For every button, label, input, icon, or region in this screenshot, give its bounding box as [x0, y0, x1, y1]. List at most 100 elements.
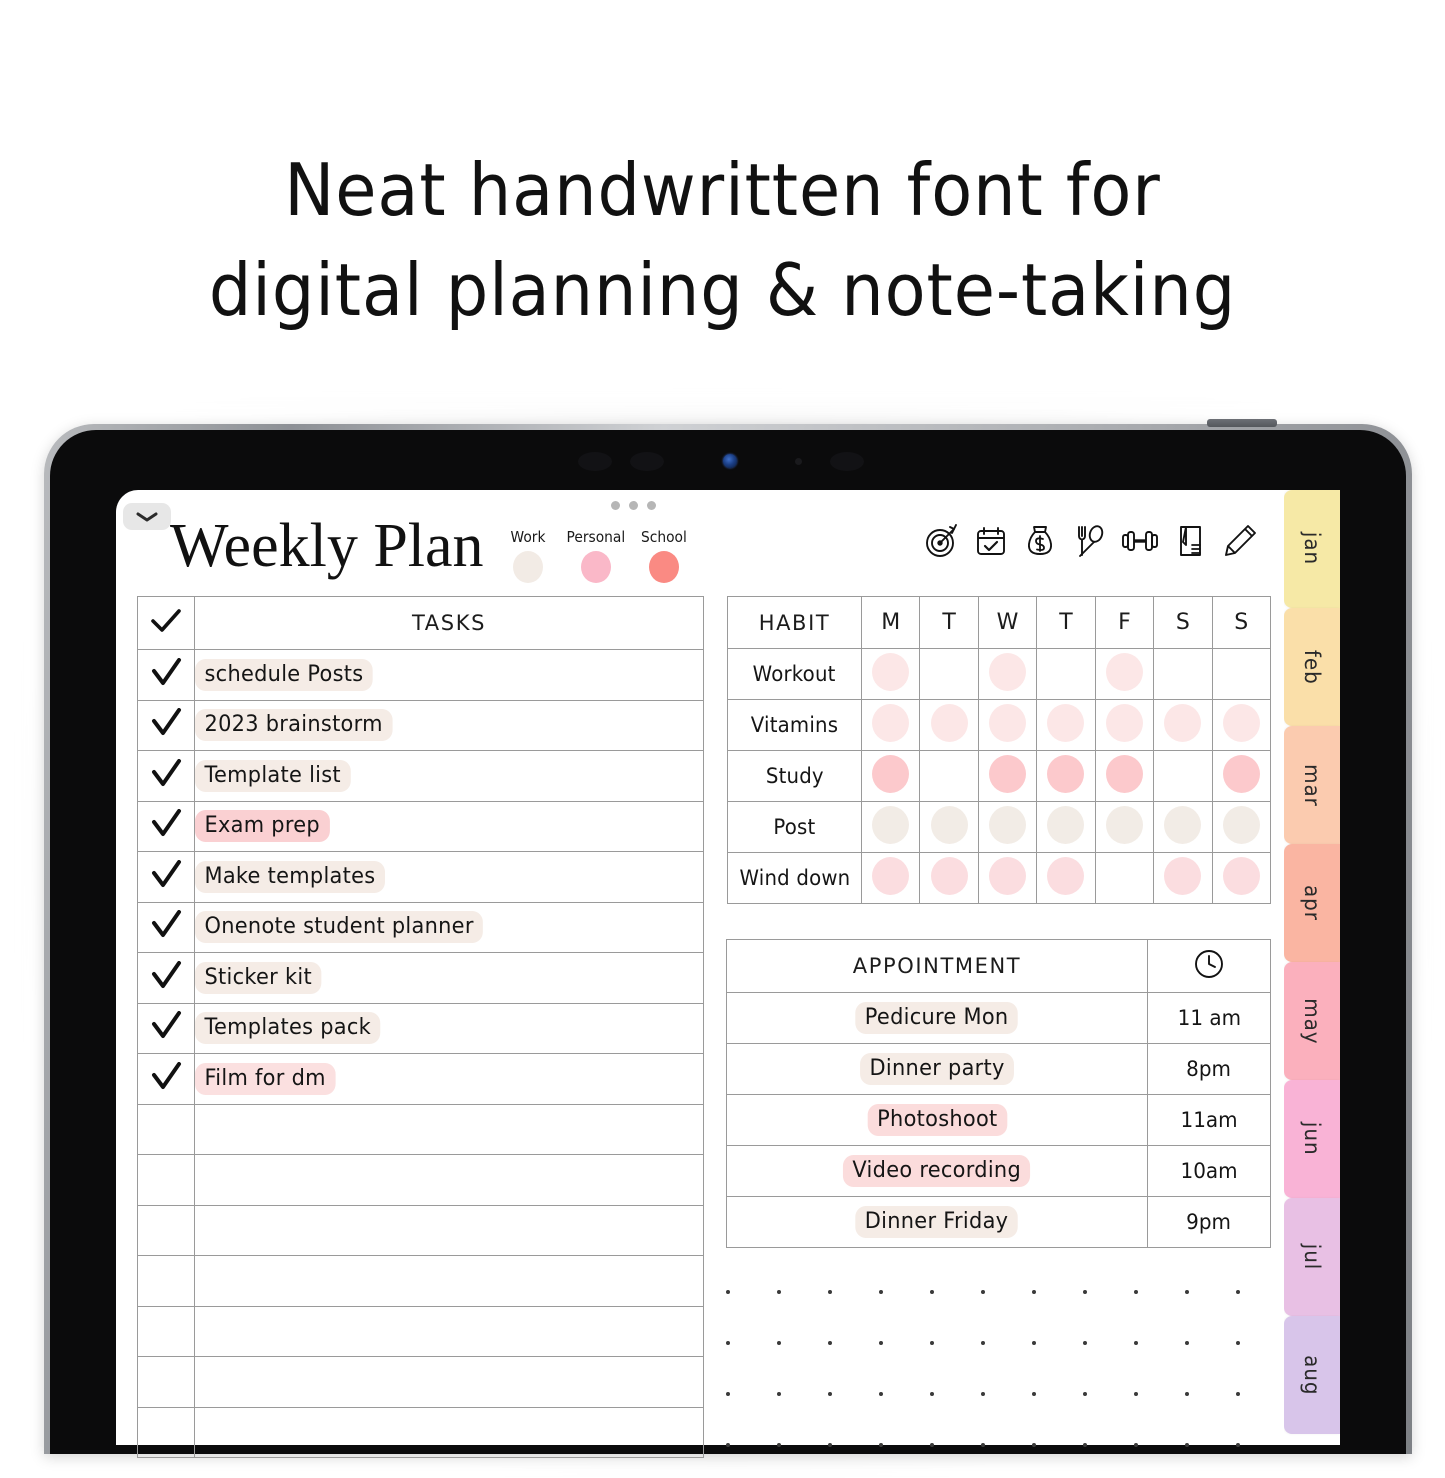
checkmark-icon[interactable] — [149, 708, 183, 738]
task-checkbox[interactable] — [137, 901, 195, 953]
task-checkbox-empty[interactable] — [137, 1154, 195, 1206]
habit-day-cell[interactable] — [977, 801, 1038, 853]
target-icon[interactable] — [924, 523, 960, 559]
habit-day-cell[interactable] — [1094, 648, 1155, 700]
appointment-name-cell[interactable]: Photoshoot — [726, 1094, 1148, 1146]
habit-day-cell[interactable] — [1153, 750, 1213, 802]
month-tab-jun[interactable]: jun — [1284, 1080, 1340, 1198]
habit-day-cell[interactable] — [1211, 750, 1272, 802]
task-row-empty[interactable] — [137, 1204, 704, 1256]
habit-day-cell[interactable] — [919, 750, 979, 802]
habit-day-cell[interactable] — [919, 852, 979, 904]
task-text-cell[interactable]: Film for dm — [194, 1053, 704, 1105]
legend-dot-work[interactable] — [513, 551, 543, 583]
appointment-time-cell[interactable]: 9pm — [1147, 1196, 1271, 1248]
legend-item-school[interactable]: School — [638, 528, 690, 583]
task-text-cell-empty[interactable] — [194, 1305, 704, 1357]
checkmark-icon[interactable] — [149, 809, 183, 839]
month-tab-feb[interactable]: feb — [1284, 608, 1340, 726]
habit-day-cell[interactable] — [860, 801, 921, 853]
task-text-cell-empty[interactable] — [194, 1406, 704, 1458]
legend-item-personal[interactable]: Personal — [567, 528, 625, 583]
task-checkbox-empty[interactable] — [137, 1356, 195, 1408]
task-checkbox-empty[interactable] — [137, 1305, 195, 1357]
task-row-empty[interactable] — [137, 1154, 704, 1206]
habit-day-cell[interactable] — [1153, 801, 1213, 853]
task-checkbox-empty[interactable] — [137, 1406, 195, 1458]
task-text-cell[interactable]: Make templates — [194, 851, 704, 903]
calendar-check-icon[interactable] — [973, 523, 1009, 559]
pencil-icon[interactable] — [1222, 523, 1258, 559]
month-tab-may[interactable]: may — [1284, 962, 1340, 1080]
habit-day-cell[interactable] — [860, 852, 921, 904]
task-checkbox-empty[interactable] — [137, 1255, 195, 1307]
habit-day-cell[interactable] — [1094, 699, 1155, 751]
habit-day-cell[interactable] — [860, 699, 921, 751]
appointment-time-cell[interactable]: 11 am — [1147, 992, 1271, 1044]
habit-day-cell[interactable] — [1036, 801, 1096, 853]
month-tab-jan[interactable]: jan — [1284, 490, 1340, 608]
checkmark-icon[interactable] — [149, 758, 183, 789]
task-text-cell[interactable]: schedule Posts — [194, 649, 704, 701]
appointment-name-cell[interactable]: Dinner party — [726, 1043, 1148, 1095]
task-row-empty[interactable] — [137, 1305, 704, 1357]
task-checkbox[interactable] — [137, 1002, 195, 1054]
habit-day-cell[interactable] — [1036, 852, 1096, 904]
task-checkbox[interactable] — [137, 649, 195, 701]
habit-day-cell[interactable] — [860, 750, 921, 802]
appointment-time-cell[interactable]: 10am — [1147, 1145, 1271, 1197]
task-text-cell[interactable]: Sticker kit — [194, 952, 704, 1004]
month-tab-jul[interactable]: jul — [1284, 1198, 1340, 1316]
habit-day-cell[interactable] — [919, 801, 979, 853]
habit-day-cell[interactable] — [977, 699, 1038, 751]
appointment-time-cell[interactable]: 8pm — [1147, 1043, 1271, 1095]
task-text-cell-empty[interactable] — [194, 1204, 704, 1256]
checkmark-icon[interactable] — [149, 859, 183, 890]
legend-item-work[interactable]: Work — [502, 528, 554, 583]
habit-day-cell[interactable] — [1036, 648, 1096, 700]
task-checkbox-empty[interactable] — [137, 1103, 195, 1155]
task-text-cell[interactable]: Onenote student planner — [194, 901, 704, 953]
task-text-cell[interactable]: 2023 brainstorm — [194, 699, 704, 751]
task-row-empty[interactable] — [137, 1356, 704, 1408]
checkmark-icon[interactable] — [149, 1011, 183, 1041]
habit-day-cell[interactable] — [1036, 750, 1096, 802]
habit-day-cell[interactable] — [1094, 750, 1155, 802]
habit-day-cell[interactable] — [977, 648, 1038, 700]
appointment-name-cell[interactable]: Video recording — [726, 1145, 1148, 1197]
habit-day-cell[interactable] — [977, 750, 1038, 802]
dumbbell-icon[interactable] — [1120, 523, 1160, 559]
task-row-empty[interactable] — [137, 1255, 704, 1307]
habit-day-cell[interactable] — [860, 648, 921, 700]
appointment-time-cell[interactable]: 11am — [1147, 1094, 1271, 1146]
task-row-empty[interactable] — [137, 1406, 704, 1458]
power-button[interactable] — [1207, 419, 1277, 427]
habit-day-cell[interactable] — [1211, 699, 1272, 751]
money-bag-icon[interactable] — [1022, 523, 1058, 559]
dot-grid-notes-area[interactable] — [726, 1290, 1286, 1455]
habit-day-cell[interactable] — [919, 699, 979, 751]
habit-day-cell[interactable] — [1094, 801, 1155, 853]
task-text-cell[interactable]: Template list — [194, 750, 704, 802]
habit-day-cell[interactable] — [1153, 699, 1213, 751]
task-checkbox-empty[interactable] — [137, 1204, 195, 1256]
habit-day-cell[interactable] — [1153, 852, 1213, 904]
task-checkbox[interactable] — [137, 1053, 195, 1105]
checkmark-icon[interactable] — [149, 1061, 183, 1092]
notebook-icon[interactable] — [1173, 523, 1209, 559]
task-text-cell[interactable]: Templates pack — [194, 1002, 704, 1054]
task-row-empty[interactable] — [137, 1103, 704, 1155]
task-text-cell-empty[interactable] — [194, 1356, 704, 1408]
checkmark-icon[interactable] — [149, 910, 183, 940]
task-text-cell-empty[interactable] — [194, 1154, 704, 1206]
habit-day-cell[interactable] — [1036, 699, 1096, 751]
meal-fork-spoon-icon[interactable] — [1071, 523, 1107, 559]
appointment-name-cell[interactable]: Dinner Friday — [726, 1196, 1148, 1248]
habit-day-cell[interactable] — [977, 852, 1038, 904]
task-checkbox[interactable] — [137, 699, 195, 751]
checkmark-icon[interactable] — [149, 960, 183, 991]
habit-day-cell[interactable] — [1094, 852, 1155, 904]
legend-dot-school[interactable] — [649, 551, 679, 583]
habit-day-cell[interactable] — [1211, 852, 1272, 904]
checkmark-icon[interactable] — [149, 657, 183, 688]
